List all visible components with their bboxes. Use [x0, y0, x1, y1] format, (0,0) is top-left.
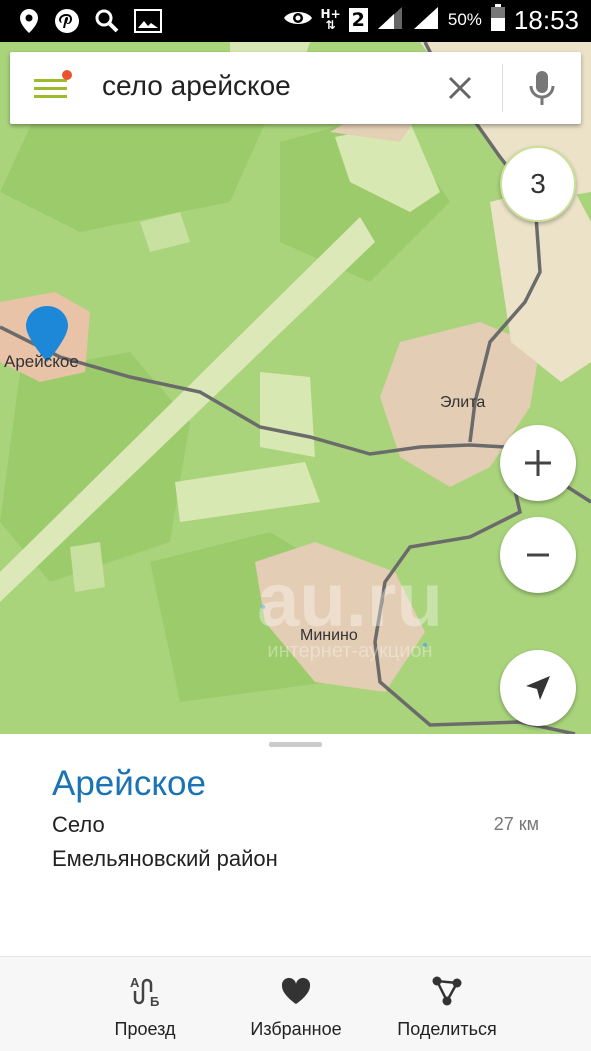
zoom-level-button[interactable]: 3	[500, 146, 576, 222]
favorite-button[interactable]: Избранное	[236, 957, 356, 1051]
map-label-elita: Элита	[440, 394, 486, 411]
search-input[interactable]: село арейское	[102, 70, 291, 102]
svg-text:A: A	[130, 975, 140, 990]
place-distance: 27 км	[493, 814, 539, 834]
action-bar: A Б Проезд Избранное Поделиться	[0, 956, 591, 1051]
divider	[502, 64, 503, 112]
clock: 18:53	[513, 4, 579, 35]
map-label-minino: Минино	[300, 627, 358, 644]
favorite-label: Избранное	[250, 1019, 342, 1039]
place-card[interactable]: Арейское Село 27 км Емельяновский район	[0, 734, 591, 956]
map-view[interactable]: au.ru интернет-аукцион Арейское Элита Ми…	[0, 42, 591, 734]
place-region: Емельяновский район	[52, 846, 278, 871]
battery-percent: 50%	[447, 10, 482, 29]
route-icon: A Б	[130, 975, 159, 1008]
svg-text:Б: Б	[150, 994, 159, 1008]
voice-search-button[interactable]	[523, 68, 561, 108]
route-button[interactable]: A Б Проезд	[95, 957, 195, 1051]
share-button[interactable]: Поделиться	[385, 957, 509, 1051]
heart-icon	[281, 977, 311, 1004]
clear-search-button[interactable]	[440, 68, 480, 108]
navigation-arrow-icon	[526, 676, 550, 700]
network-icon: H+ ⇅	[320, 7, 341, 32]
signal-icon	[412, 5, 440, 35]
battery-icon	[490, 4, 506, 36]
menu-button[interactable]	[34, 70, 72, 104]
place-type: Село	[52, 812, 105, 837]
image-icon	[134, 9, 162, 37]
zoom-level: 3	[530, 168, 546, 199]
share-icon	[432, 976, 462, 1006]
place-title: Арейское	[52, 764, 206, 803]
eye-icon	[283, 8, 313, 32]
signal-icon	[376, 5, 404, 35]
my-location-button[interactable]	[500, 650, 576, 726]
search-icon	[94, 8, 120, 38]
drag-handle[interactable]	[269, 742, 322, 747]
plus-icon	[525, 450, 551, 476]
zoom-in-button[interactable]	[500, 425, 576, 501]
zoom-out-button[interactable]	[500, 517, 576, 593]
watermark: au.ru интернет-аукцион	[257, 558, 443, 663]
pinterest-icon	[54, 8, 80, 38]
share-label: Поделиться	[397, 1019, 497, 1039]
status-bar: H+ ⇅ 2 50% 18:53	[0, 0, 591, 42]
close-icon	[448, 76, 472, 100]
map-label-areyskoe: Арейское	[4, 352, 79, 371]
route-label: Проезд	[114, 1019, 176, 1039]
mic-icon	[529, 71, 555, 105]
sim-badge: 2	[348, 8, 368, 32]
location-icon	[18, 8, 40, 38]
search-bar: село арейское	[10, 52, 581, 124]
minus-icon	[527, 553, 549, 557]
